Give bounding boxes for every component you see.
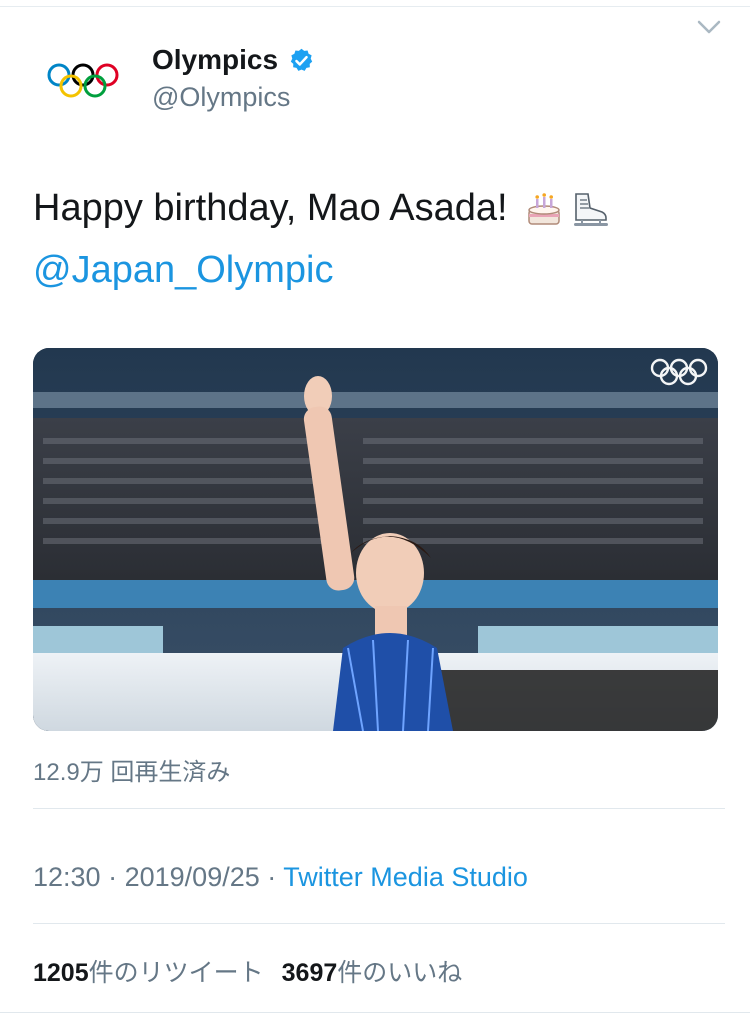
author-name-row[interactable]: Olympics [152, 44, 315, 76]
tweet-body: Happy birthday, Mao Asada! [33, 187, 508, 229]
top-divider [0, 6, 750, 7]
mention-link[interactable]: @Japan_Olympic [33, 248, 333, 292]
video-frame [33, 348, 718, 731]
emoji-row [524, 190, 612, 230]
avatar[interactable] [46, 60, 120, 104]
divider [33, 808, 725, 809]
meta-separator-2: · [267, 862, 277, 892]
birthday-cake-icon [528, 193, 560, 225]
video-player[interactable] [33, 348, 718, 731]
like-count: 3697 [281, 959, 338, 987]
display-name[interactable]: Olympics [152, 44, 278, 76]
meta-separator: · [108, 862, 118, 892]
ice-skate-icon [574, 193, 609, 226]
author-handle[interactable]: @Olympics [152, 82, 290, 113]
verified-badge-icon [290, 48, 313, 71]
bottom-divider [0, 1012, 750, 1013]
tweet-text: Happy birthday, Mao Asada! [33, 186, 612, 230]
retweet-count: 1205 [33, 959, 89, 987]
source-link[interactable]: Twitter Media Studio [283, 862, 528, 892]
chevron-down-icon[interactable] [695, 16, 723, 38]
like-stat[interactable]: 3697件のいいね [282, 959, 463, 987]
tweet-date[interactable]: 2019/09/25 [125, 862, 260, 892]
tweet-time[interactable]: 12:30 [33, 862, 101, 892]
like-label: 件のいいね [337, 959, 463, 987]
divider [33, 923, 725, 924]
tweet-meta: 12:30 · 2019/09/25 · Twitter Media Studi… [33, 862, 528, 893]
retweet-stat[interactable]: 1205件のリツイート [33, 959, 264, 987]
engagement-stats: 1205件のリツイート 3697件のいいね [33, 953, 462, 989]
retweet-label: 件のリツイート [88, 959, 264, 987]
view-count: 12.9万 回再生済み [33, 759, 231, 786]
